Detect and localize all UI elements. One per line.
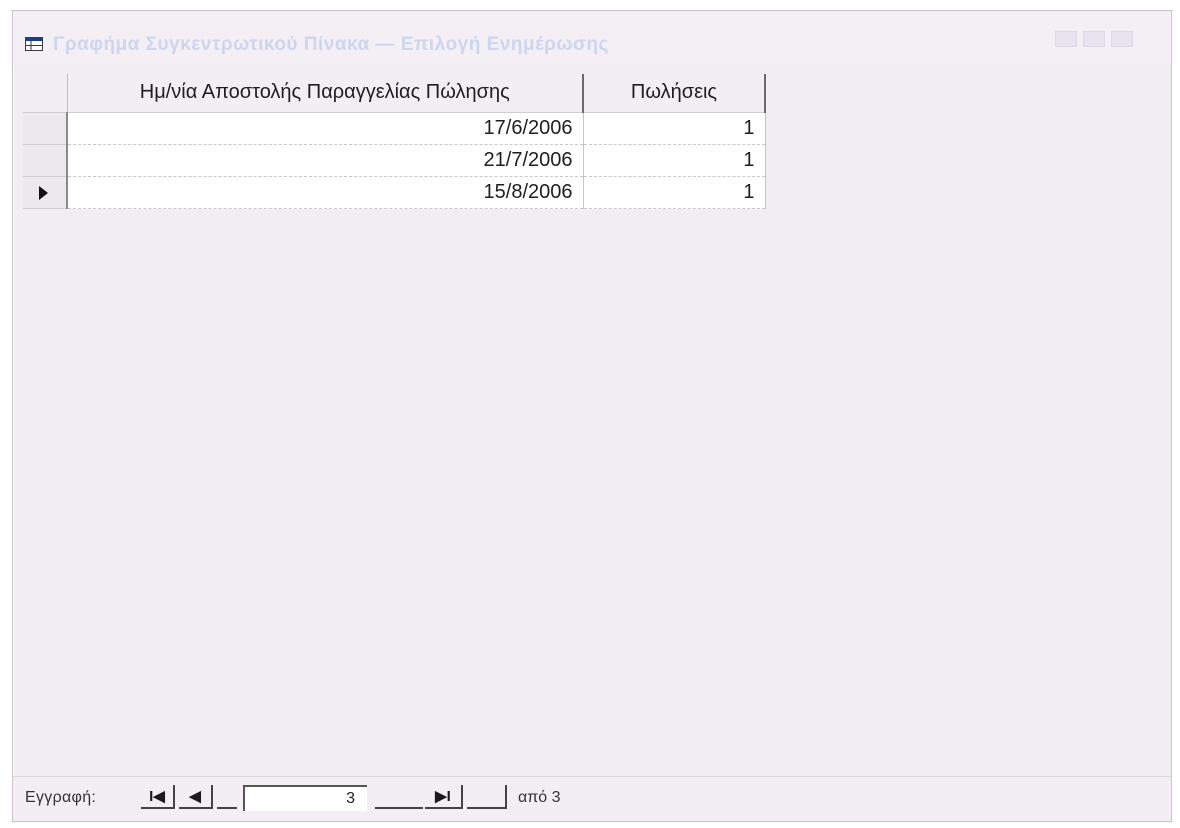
- nav-separator: [217, 785, 237, 809]
- minimize-button[interactable]: [1055, 31, 1077, 47]
- first-record-icon: I◀: [149, 788, 165, 805]
- datasheet-icon: [25, 37, 43, 51]
- previous-record-icon: ◀: [189, 788, 201, 805]
- table-row[interactable]: 21/7/2006 1: [23, 144, 766, 177]
- date-cell[interactable]: 15/8/2006: [67, 176, 584, 209]
- window-controls: [1053, 25, 1141, 53]
- current-record-icon: [39, 185, 48, 200]
- close-button[interactable]: [1111, 31, 1133, 47]
- row-selector-current[interactable]: [23, 176, 68, 209]
- sales-cell[interactable]: 1: [583, 112, 766, 145]
- row-selector[interactable]: [23, 112, 68, 145]
- window-title: Γραφήμα Συγκεντρωτικού Πίνακα — Επιλογή …: [53, 34, 609, 55]
- record-label: Εγγραφή:: [25, 789, 97, 806]
- last-record-icon: ▶I: [435, 788, 451, 805]
- datasheet-grid: Ημ/νία Αποστολής Παραγγελίας Πώλησης Πωλ…: [23, 74, 766, 209]
- sales-cell[interactable]: 1: [583, 176, 766, 209]
- sales-cell[interactable]: 1: [583, 144, 766, 177]
- row-selector[interactable]: [23, 144, 68, 177]
- table-row[interactable]: 17/6/2006 1: [23, 112, 766, 145]
- title-bar[interactable]: Γραφήμα Συγκεντρωτικού Πίνακα — Επιλογή …: [13, 11, 1171, 65]
- next-record-button[interactable]: [375, 785, 423, 809]
- previous-record-button[interactable]: ◀: [179, 785, 213, 809]
- header-row: Ημ/νία Αποστολής Παραγγελίας Πώλησης Πωλ…: [23, 74, 766, 113]
- record-count: από 3: [518, 789, 561, 806]
- date-cell[interactable]: 21/7/2006: [67, 144, 584, 177]
- column-header-sales[interactable]: Πωλήσεις: [583, 74, 766, 113]
- last-record-button[interactable]: ▶I: [425, 785, 463, 809]
- table-row[interactable]: 15/8/2006 1: [23, 176, 766, 209]
- new-record-button[interactable]: [467, 785, 507, 809]
- maximize-button[interactable]: [1083, 31, 1105, 47]
- date-cell[interactable]: 17/6/2006: [67, 112, 584, 145]
- datasheet-window: Γραφήμα Συγκεντρωτικού Πίνακα — Επιλογή …: [12, 10, 1172, 822]
- column-header-date[interactable]: Ημ/νία Αποστολής Παραγγελίας Πώλησης: [67, 74, 584, 113]
- current-record-field[interactable]: 3: [243, 785, 367, 811]
- select-all-corner[interactable]: [23, 74, 68, 113]
- first-record-button[interactable]: I◀: [141, 785, 175, 809]
- record-navigation-bar: Εγγραφή: I◀ ◀ 3 ▶I από 3: [13, 776, 1171, 821]
